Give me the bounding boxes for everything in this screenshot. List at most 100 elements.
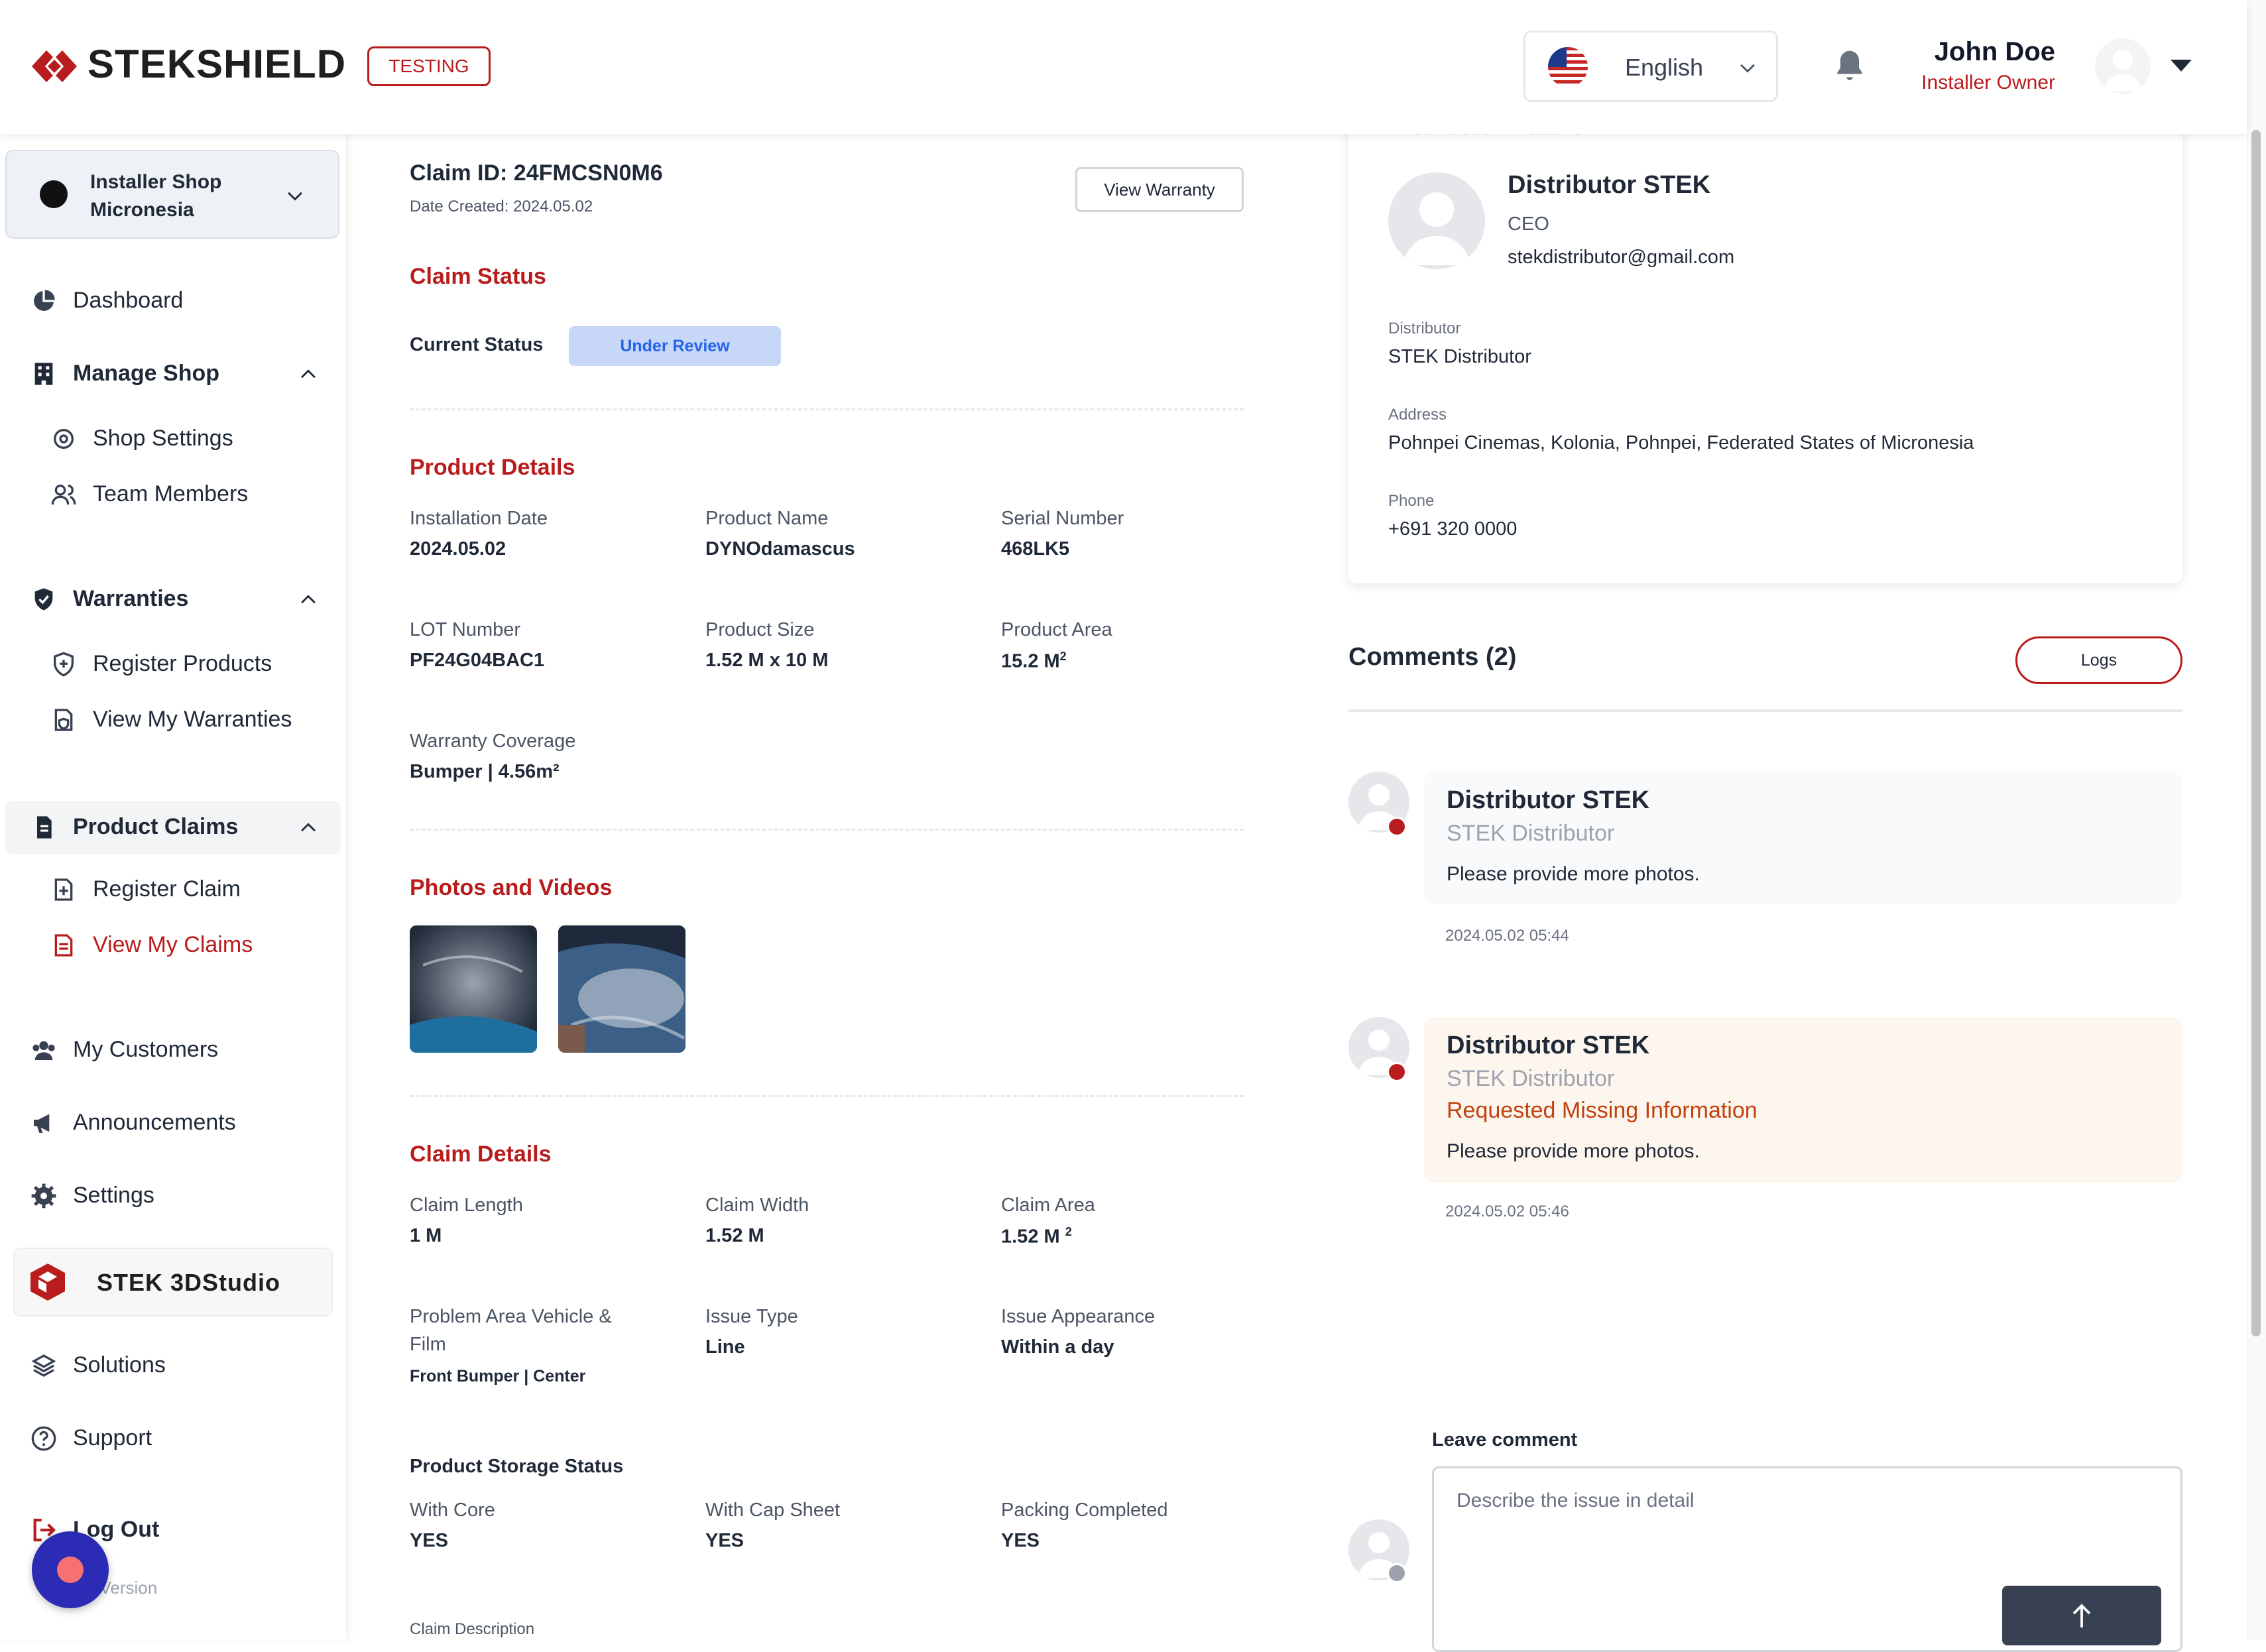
chevron-up-icon <box>301 823 316 832</box>
file-text-icon <box>54 934 73 957</box>
address-label: Address <box>1388 406 1447 424</box>
gear-icon <box>31 1183 56 1209</box>
product-size-value: 1.52 M x 10 M <box>705 650 829 671</box>
sidebar-item-view-my-claims[interactable]: View My Claims <box>0 919 346 972</box>
packing-completed-value: YES <box>1001 1530 1040 1551</box>
current-status-label: Current Status <box>410 334 544 355</box>
language-selector[interactable]: English <box>1523 30 1778 102</box>
problem-area-label: Problem Area Vehicle & <box>410 1306 612 1327</box>
claim-photo-thumbnail[interactable] <box>558 925 686 1053</box>
sidebar-item-label: Product Claims <box>73 814 239 839</box>
sidebar-item-settings[interactable]: Settings <box>0 1169 346 1222</box>
issue-appearance-label: Issue Appearance <box>1001 1306 1156 1327</box>
claim-details-title: Claim Details <box>410 1142 552 1167</box>
product-area-value: 15.2 M2 <box>1001 650 1067 673</box>
stek-logo-icon[interactable] <box>29 49 80 84</box>
stek-3dstudio-button[interactable]: STEK 3DStudio <box>13 1248 333 1317</box>
language-label: English <box>1625 54 1704 81</box>
customers-icon <box>32 1041 55 1060</box>
brand-name[interactable]: STEKSHIELD <box>88 41 346 87</box>
lot-number-value: PF24G04BAC1 <box>410 650 545 671</box>
serial-number-label: Serial Number <box>1001 508 1124 529</box>
user-name[interactable]: John Doe <box>1935 37 2055 67</box>
sidebar-item-team-members[interactable]: Team Members <box>0 468 346 521</box>
sidebar-item-support[interactable]: Support <box>0 1412 346 1465</box>
comment-item: Distributor STEK STEK Distributor Reques… <box>1424 1017 2182 1183</box>
file-plus-icon <box>54 878 73 901</box>
problem-area-value: Front Bumper | Center <box>410 1367 586 1386</box>
status-badge: Under Review <box>569 326 781 366</box>
logs-button[interactable]: Logs <box>2015 636 2182 684</box>
claim-status-title: Claim Status <box>410 264 546 289</box>
claim-length-label: Claim Length <box>410 1195 523 1216</box>
scrollbar-thumb[interactable] <box>2251 130 2261 1336</box>
record-button[interactable] <box>32 1531 109 1608</box>
lot-number-label: LOT Number <box>410 619 521 640</box>
sidebar-item-label: Manage Shop <box>73 361 220 386</box>
studio-label: STEK 3DStudio <box>97 1269 281 1296</box>
bell-icon[interactable] <box>1831 48 1868 85</box>
issue-type-value: Line <box>705 1336 745 1358</box>
distributor-card <box>1348 99 2182 583</box>
distributor-title: CEO <box>1508 213 1549 235</box>
divider <box>410 1095 1244 1097</box>
sidebar-item-register-claim[interactable]: Register Claim <box>0 863 346 916</box>
product-size-label: Product Size <box>705 619 815 640</box>
sidebar-item-label: Shop Settings <box>93 426 233 451</box>
distributor-email[interactable]: stekdistributor@gmail.com <box>1508 247 1734 268</box>
sidebar-item-dashboard[interactable]: Dashboard <box>0 274 346 327</box>
distributor-name: Distributor STEK <box>1508 171 1711 199</box>
comment-item: Distributor STEK STEK Distributor Please… <box>1424 772 2182 904</box>
sidebar-item-announcements[interactable]: Announcements <box>0 1096 346 1150</box>
sidebar-item-label: Settings <box>73 1183 154 1208</box>
stek-badge-icon <box>1387 1062 1407 1082</box>
sidebar-item-my-customers[interactable]: My Customers <box>0 1024 346 1077</box>
sidebar-item-label: Announcements <box>73 1110 236 1135</box>
comments-divider <box>1348 709 2182 712</box>
comment-author: Distributor STEK <box>1447 1032 1650 1059</box>
sidebar-item-product-claims[interactable]: Product Claims <box>5 801 341 854</box>
warranty-coverage-value: Bumper | 4.56m² <box>410 761 560 782</box>
comment-timestamp: 2024.05.02 05:46 <box>1445 1203 1569 1220</box>
with-core-value: YES <box>410 1530 449 1551</box>
user-role: Installer Owner <box>1921 72 2055 93</box>
chevron-up-icon <box>301 595 316 604</box>
claim-width-label: Claim Width <box>705 1195 809 1216</box>
comment-org: STEK Distributor <box>1447 821 1615 846</box>
shop-selector[interactable]: Installer Shop Micronesia <box>5 150 339 239</box>
comment-text: Please provide more photos. <box>1447 1140 1700 1162</box>
issue-appearance-value: Within a day <box>1001 1336 1114 1358</box>
sidebar-item-label: Warranties <box>73 586 189 611</box>
product-area-number: 15.2 M <box>1001 650 1060 672</box>
sidebar-item-shop-settings[interactable]: Shop Settings <box>0 412 346 465</box>
comment-text: Please provide more photos. <box>1447 863 1700 885</box>
sidebar-item-label: View My Claims <box>93 932 253 957</box>
sidebar-item-label: Support <box>73 1425 152 1450</box>
product-area-unit-sup: 2 <box>1059 650 1067 663</box>
avatar-icon[interactable] <box>2095 38 2151 94</box>
arrow-up-icon <box>2072 1604 2091 1627</box>
record-dot-icon <box>57 1557 84 1583</box>
view-warranty-button[interactable]: View Warranty <box>1075 167 1244 212</box>
sidebar-item-label: Solutions <box>73 1352 166 1378</box>
sidebar-item-manage-shop[interactable]: Manage Shop <box>0 347 346 400</box>
installation-date-label: Installation Date <box>410 508 548 529</box>
issue-type-label: Issue Type <box>705 1306 798 1327</box>
sidebar-item-solutions[interactable]: Solutions <box>0 1339 346 1392</box>
product-name-value: DYNOdamascus <box>705 538 855 560</box>
sidebar-item-view-my-warranties[interactable]: View My Warranties <box>0 693 346 746</box>
product-details-title: Product Details <box>410 455 575 480</box>
chevron-up-icon <box>301 369 316 379</box>
storage-status-title: Product Storage Status <box>410 1456 624 1477</box>
comment-author: Distributor STEK <box>1447 786 1650 814</box>
sidebar-item-register-products[interactable]: Register Products <box>0 638 346 691</box>
send-comment-button[interactable] <box>2002 1586 2161 1645</box>
claim-photo-thumbnail[interactable] <box>410 925 537 1053</box>
sidebar-item-warranties[interactable]: Warranties <box>0 573 346 626</box>
product-name-label: Product Name <box>705 508 829 529</box>
claim-area-unit-sup: 2 <box>1065 1225 1072 1238</box>
caret-down-icon[interactable] <box>2168 56 2194 76</box>
sidebar: Installer Shop Micronesia Dashboard Mana… <box>0 134 346 1640</box>
document-shield-icon <box>54 709 73 731</box>
distributor-label: Distributor <box>1388 320 1461 337</box>
